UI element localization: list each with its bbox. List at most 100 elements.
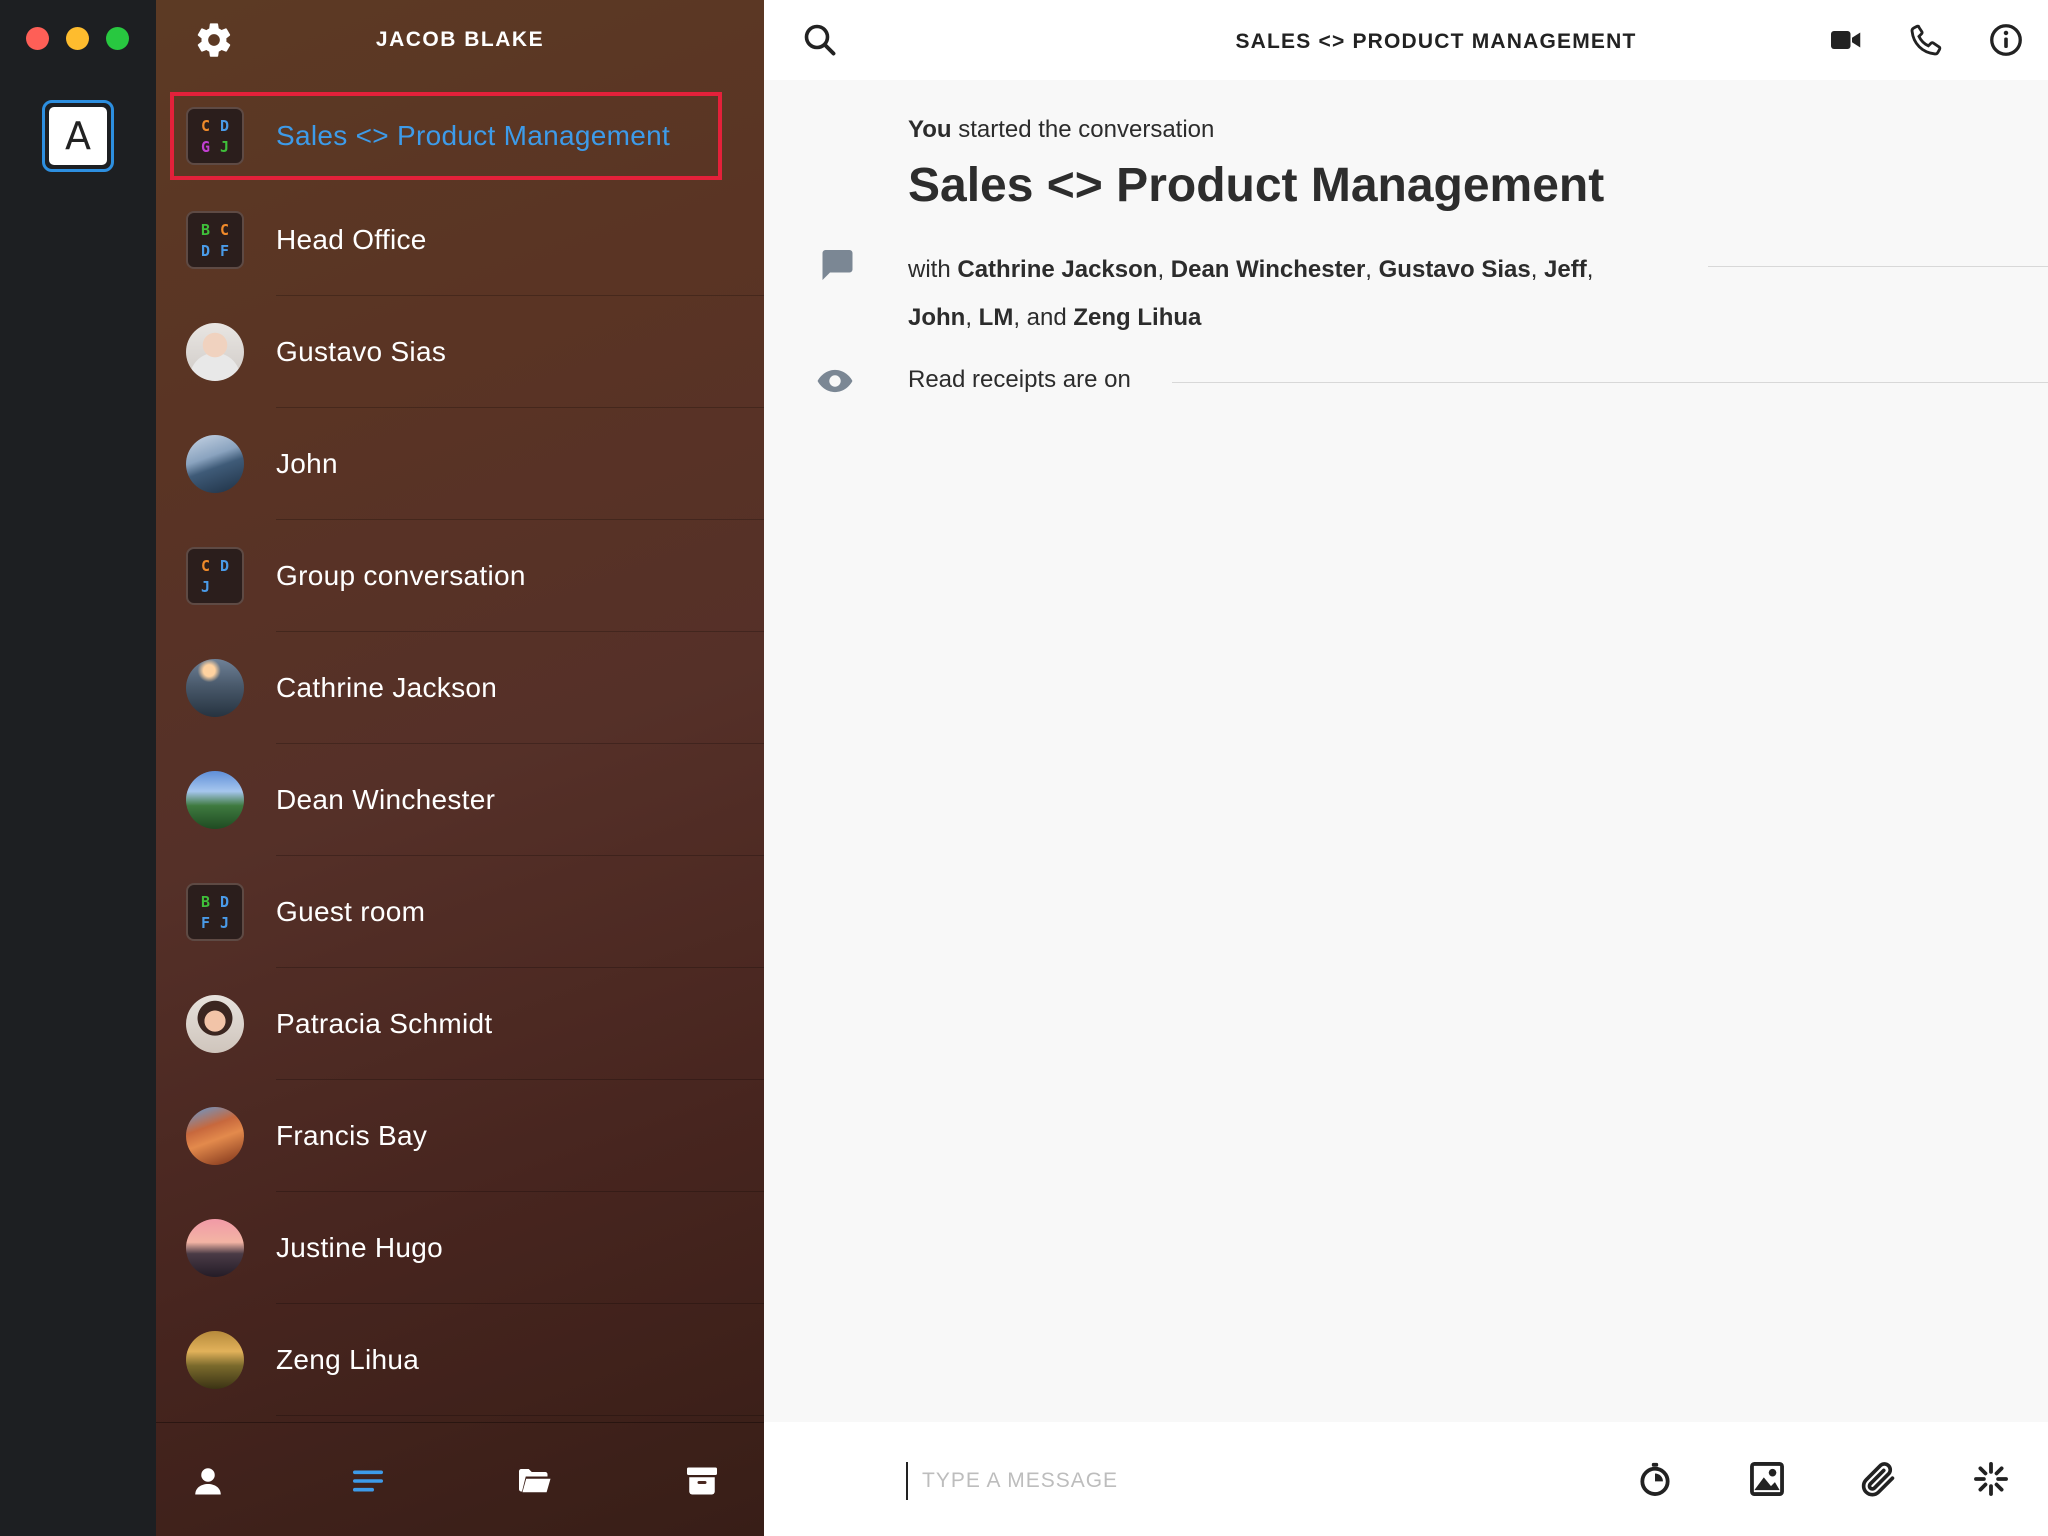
- avatar: [186, 771, 244, 829]
- conversation-name: Francis Bay: [276, 1120, 428, 1151]
- participants-line: John, LM, and Zeng Lihua: [908, 294, 1688, 342]
- group-avatar: CDGJ: [186, 107, 244, 165]
- conversation-panel: SALES <> PRODUCT MANAGEMENT You started …: [764, 0, 2048, 1536]
- avatar: [186, 323, 244, 381]
- avatar: [186, 1219, 244, 1277]
- conversation-item[interactable]: Cathrine Jackson: [156, 632, 764, 744]
- divider: [1172, 382, 2048, 383]
- starter-name: You: [908, 116, 952, 143]
- conversation-item[interactable]: Patracia Schmidt: [156, 968, 764, 1080]
- avatar: [186, 435, 244, 493]
- group-avatar-initial: C: [200, 116, 211, 135]
- group-avatar: BDFJ: [186, 883, 244, 941]
- group-avatar: CDJ: [186, 547, 244, 605]
- read-receipts-note: Read receipts are on: [908, 366, 1131, 393]
- ping-icon[interactable]: [1972, 1460, 2010, 1498]
- sidebar-footer: [156, 1422, 764, 1536]
- conversation-list: C D G J Sales <> Product Management B C D F Head …: [156, 80, 764, 1416]
- group-avatar-initial: C: [200, 556, 211, 575]
- conversation-item[interactable]: B C D F Head Office: [156, 184, 764, 296]
- participant-name: Dean Winchester: [1170, 256, 1366, 283]
- conversation-start-note: You started the conversation: [908, 116, 1214, 144]
- group-avatar-initial: D: [219, 892, 230, 911]
- image-icon[interactable]: [1748, 1460, 1786, 1498]
- conversation-item[interactable]: C D J Group conversation: [156, 520, 764, 632]
- conversation-title: Sales <> Product Management: [908, 159, 1605, 212]
- message-composer: [764, 1422, 2048, 1536]
- folder-icon[interactable]: [516, 1463, 552, 1499]
- participants-line: with Cathrine Jackson, Dean Winchester, …: [908, 246, 1688, 294]
- participant-separator: ,: [965, 304, 979, 331]
- window-minimize-button[interactable]: [66, 27, 89, 50]
- conversation-header: SALES <> PRODUCT MANAGEMENT: [764, 0, 2048, 80]
- group-avatar-initial: B: [200, 892, 211, 911]
- conversation-name: Sales <> Product Management: [276, 120, 671, 151]
- participant-separator: , and: [1013, 304, 1074, 331]
- participant-name: LM: [978, 304, 1014, 331]
- participant-name: Jeff: [1544, 256, 1587, 283]
- participant-name: Zeng Lihua: [1073, 304, 1202, 331]
- group-avatar-initial: D: [219, 556, 230, 575]
- conversation-name: Guest room: [276, 896, 426, 927]
- conversation-item[interactable]: Francis Bay: [156, 1080, 764, 1192]
- conversation-item[interactable]: C D G J Sales <> Product Management: [166, 88, 726, 184]
- conversation-item[interactable]: B D F J Guest room: [156, 856, 764, 968]
- participant-name: Gustavo Sias: [1378, 256, 1531, 283]
- group-avatar-initial: B: [200, 220, 211, 239]
- group-avatar-initial: G: [200, 137, 211, 156]
- conversation-item[interactable]: Justine Hugo: [156, 1192, 764, 1304]
- conversation-name: John: [276, 448, 338, 479]
- account-switcher-button[interactable]: A: [42, 100, 114, 172]
- conversation-item[interactable]: John: [156, 408, 764, 520]
- phone-call-icon[interactable]: [1908, 22, 1944, 58]
- attachment-icon[interactable]: [1860, 1460, 1898, 1498]
- group-avatar-initial: J: [219, 137, 230, 156]
- participants-list: with Cathrine Jackson, Dean Winchester , …: [908, 246, 1688, 342]
- conversation-item[interactable]: Gustavo Sias: [156, 296, 764, 408]
- user-name: JACOB BLAKE: [375, 28, 545, 51]
- info-icon[interactable]: [1988, 22, 2024, 58]
- account-rail: A: [0, 0, 156, 1536]
- conversation-name: Gustavo Sias: [276, 336, 447, 367]
- conversation-name: Dean Winchester: [276, 784, 496, 815]
- participant-name: Cathrine Jackson: [957, 256, 1158, 283]
- avatar: [186, 659, 244, 717]
- avatar: [186, 995, 244, 1053]
- conversation-name: Head Office: [276, 224, 427, 255]
- conversations-icon[interactable]: [350, 1463, 386, 1499]
- avatar: [186, 1107, 244, 1165]
- group-avatar-initial: D: [200, 241, 211, 260]
- archive-icon[interactable]: [684, 1463, 720, 1499]
- participant-name: John: [908, 304, 966, 331]
- group-avatar-initial: [215, 576, 234, 597]
- timer-icon[interactable]: [1636, 1460, 1674, 1498]
- participant-separator: ,: [1530, 256, 1545, 283]
- group-avatar: BCDF: [186, 211, 244, 269]
- participant-separator: ,: [1365, 256, 1379, 283]
- window-zoom-button[interactable]: [106, 27, 129, 50]
- message-input[interactable]: [906, 1462, 1406, 1500]
- conversation-name: Zeng Lihua: [276, 1344, 420, 1375]
- started-text: started the conversation: [951, 116, 1215, 143]
- group-avatar-initial: F: [219, 241, 230, 260]
- conversation-name: Justine Hugo: [276, 1232, 444, 1263]
- conversation-item[interactable]: Dean Winchester: [156, 744, 764, 856]
- account-avatar: A: [49, 107, 107, 165]
- chat-bubble-icon: [822, 250, 853, 280]
- group-avatar-initial: J: [219, 913, 230, 932]
- conversation-name: Group conversation: [276, 560, 526, 591]
- eye-icon: [817, 369, 853, 393]
- contacts-icon[interactable]: [190, 1463, 226, 1499]
- video-call-icon[interactable]: [1828, 22, 1864, 58]
- divider: [1708, 266, 2048, 267]
- avatar: [186, 1331, 244, 1389]
- group-avatar-initial: C: [219, 220, 230, 239]
- group-avatar-initial: F: [200, 913, 211, 932]
- group-avatar-initial: J: [200, 577, 211, 596]
- conversation-name: Cathrine Jackson: [276, 672, 498, 703]
- window-close-button[interactable]: [26, 27, 49, 50]
- conversation-name: Patracia Schmidt: [276, 1008, 493, 1039]
- participants-prefix: with: [908, 256, 958, 283]
- conversation-item[interactable]: Zeng Lihua: [156, 1304, 764, 1416]
- group-avatar-initial: D: [219, 116, 230, 135]
